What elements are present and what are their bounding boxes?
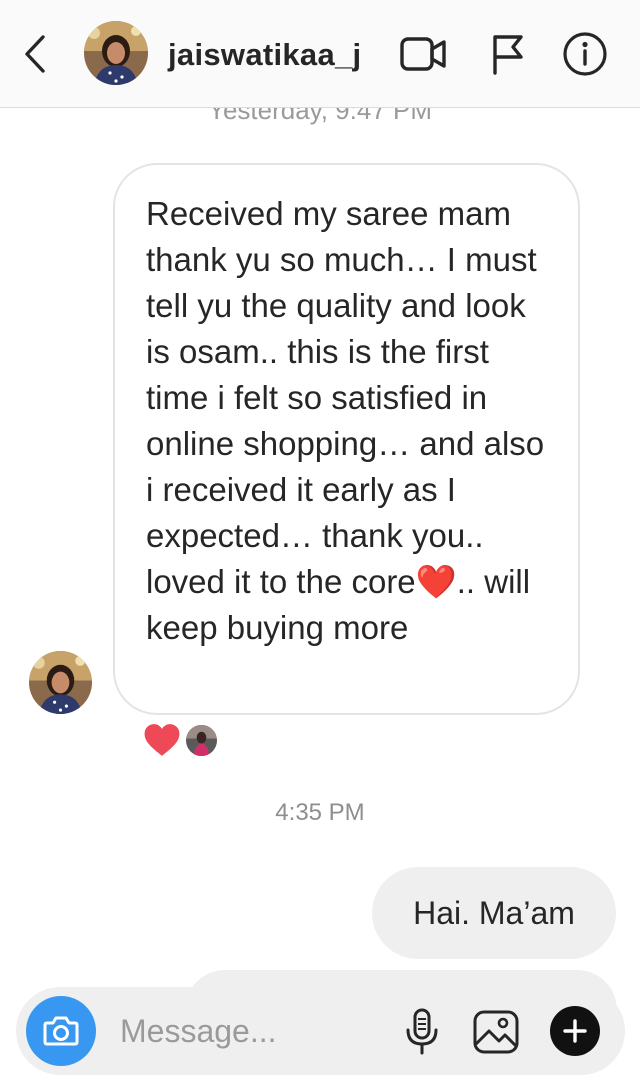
header-avatar[interactable] (84, 21, 148, 85)
info-icon (563, 32, 607, 76)
outgoing-message-bubble[interactable]: Hai. Ma’am (372, 867, 616, 959)
sender-avatar[interactable] (29, 651, 92, 714)
video-call-button[interactable] (398, 32, 448, 76)
microphone-icon (406, 1008, 438, 1055)
info-button[interactable] (560, 32, 610, 76)
report-button[interactable] (482, 32, 532, 76)
back-button[interactable] (20, 34, 50, 74)
back-chevron-icon (25, 35, 45, 73)
chat-username[interactable]: jaiswatikaa_j (168, 35, 361, 75)
incoming-message-bubble[interactable]: Received my saree mam thank yu so much… … (113, 163, 580, 715)
reactor-avatar[interactable] (184, 723, 219, 758)
message-input[interactable] (120, 1009, 380, 1053)
message-timestamp: 4:35 PM (275, 799, 365, 826)
message-composer (16, 987, 625, 1075)
chat-header: jaiswatikaa_j (0, 0, 640, 108)
outgoing-message-text: Hai. Ma’am (413, 894, 575, 931)
camera-button[interactable] (26, 996, 96, 1066)
plus-icon (563, 1019, 587, 1043)
voice-message-button[interactable] (397, 1007, 447, 1057)
camera-icon (43, 1016, 79, 1046)
heart-reaction-icon[interactable] (143, 722, 181, 758)
incoming-message-text: Received my saree mam thank yu so much… … (146, 195, 545, 646)
gallery-button[interactable] (471, 1007, 521, 1057)
report-flag-icon (493, 35, 523, 75)
video-call-icon (400, 37, 446, 71)
more-options-button[interactable] (550, 1006, 600, 1056)
gallery-icon (473, 1010, 519, 1054)
